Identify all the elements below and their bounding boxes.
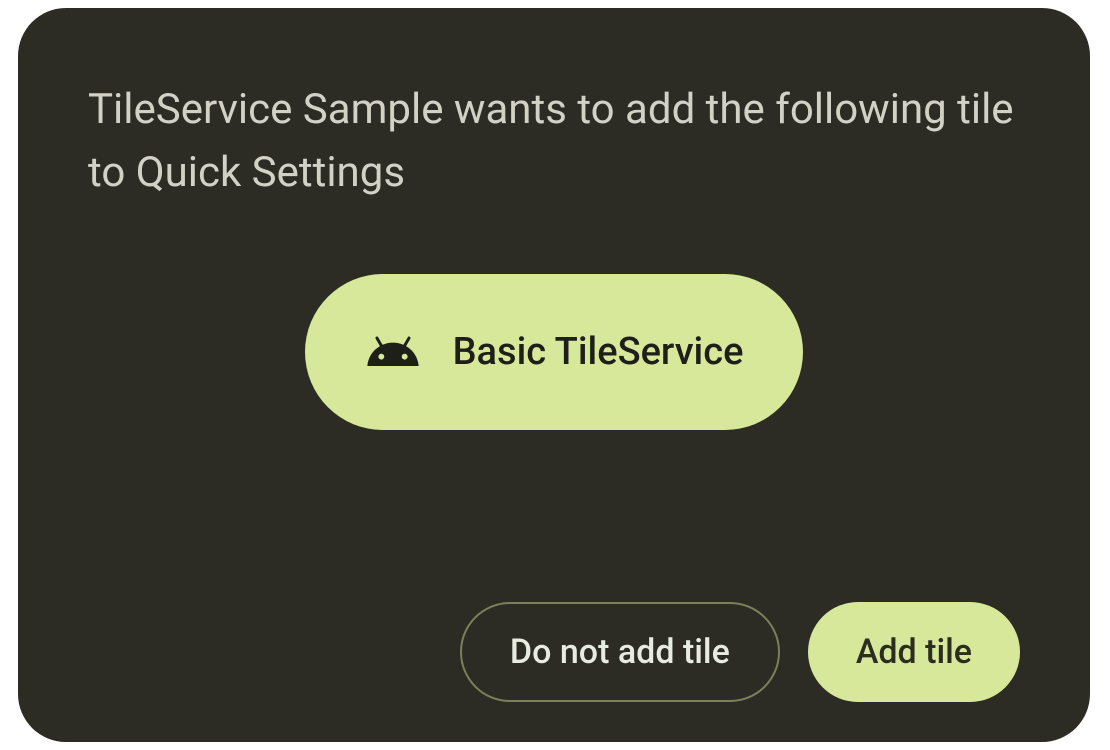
android-icon bbox=[365, 324, 421, 380]
add-tile-dialog: TileService Sample wants to add the foll… bbox=[18, 8, 1090, 742]
tile-preview[interactable]: Basic TileService bbox=[305, 274, 804, 430]
dialog-button-row: Do not add tile Add tile bbox=[460, 602, 1020, 702]
dialog-title: TileService Sample wants to add the foll… bbox=[88, 78, 1020, 204]
deny-button[interactable]: Do not add tile bbox=[460, 602, 780, 702]
confirm-button[interactable]: Add tile bbox=[808, 602, 1020, 702]
tile-preview-container: Basic TileService bbox=[88, 274, 1020, 430]
tile-label: Basic TileService bbox=[453, 330, 744, 374]
